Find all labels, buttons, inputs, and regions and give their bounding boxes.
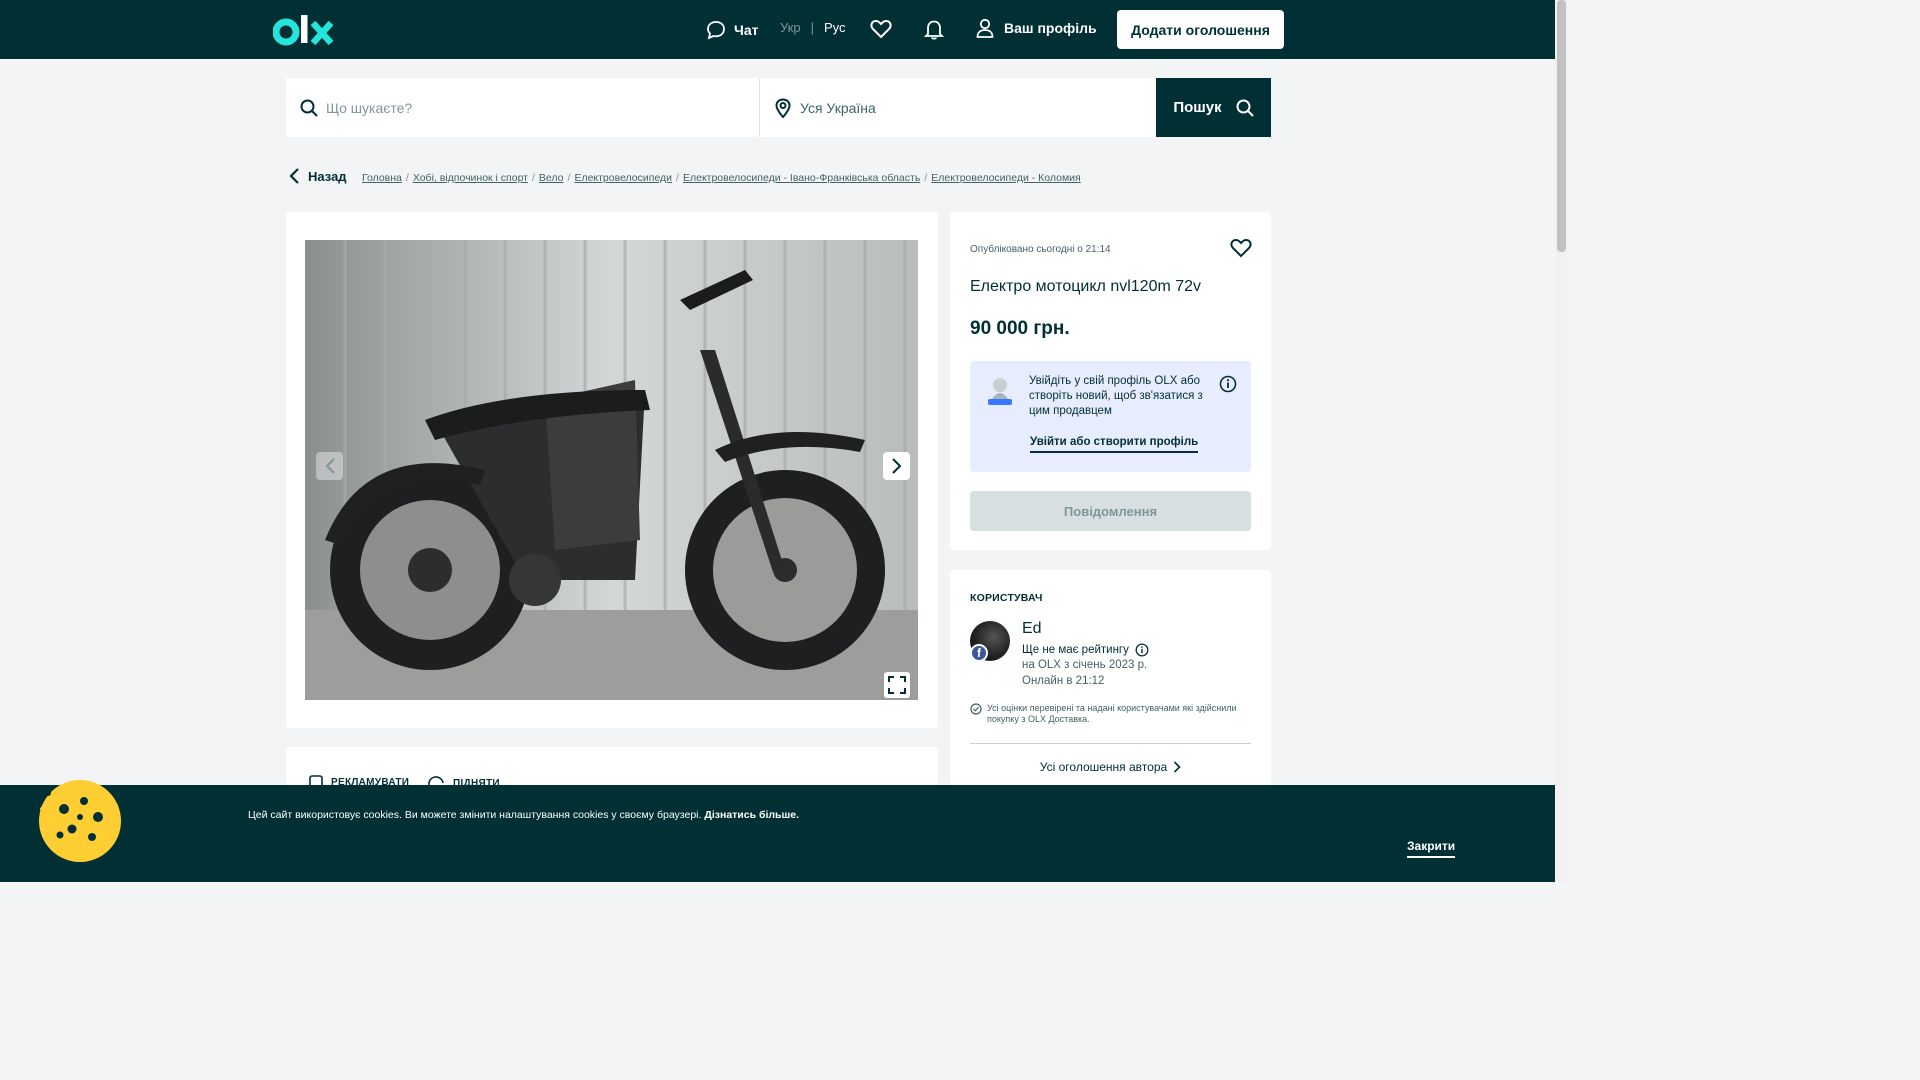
breadcrumb-item[interactable]: Головна xyxy=(362,172,402,184)
seller-card: КОРИСТУВАЧ f Ed Ще не має рейтингу на OL… xyxy=(950,570,1271,800)
message-button[interactable]: Повідомлення xyxy=(970,491,1251,531)
breadcrumb-item[interactable]: Електровелосипеди xyxy=(574,172,672,184)
chat-label: Чат xyxy=(734,22,759,38)
olx-logo[interactable] xyxy=(273,13,335,47)
posted-date: Опубліковано сьогодні о 21:14 xyxy=(970,244,1111,255)
page-scrollbar[interactable] xyxy=(1555,0,1568,882)
lang-rus[interactable]: Рус xyxy=(824,20,846,35)
seller-name[interactable]: Ed xyxy=(1022,620,1042,638)
gallery-card xyxy=(286,212,938,728)
fullscreen-button[interactable] xyxy=(884,672,910,698)
cookie-message: Цей сайт використовує cookies. Ви можете… xyxy=(248,809,702,821)
profile-link[interactable]: Ваш профіль xyxy=(976,18,1097,38)
listing-photo[interactable] xyxy=(305,240,918,700)
location-value: Уся Україна xyxy=(800,99,876,116)
chat-link[interactable]: Чат xyxy=(706,18,758,42)
top-navigation-bar: Чат Укр | Рус Ваш профіль Додати оголоше… xyxy=(0,0,1555,59)
seller-rating-text: Ще не має рейтингу xyxy=(1022,644,1129,656)
breadcrumb-item[interactable]: Електровелосипеди - Івано-Франківська об… xyxy=(683,172,920,184)
seller-member-since: на OLX з січень 2023 р. xyxy=(1022,659,1148,671)
breadcrumb-separator: / xyxy=(924,172,928,184)
seller-heading: КОРИСТУВАЧ xyxy=(970,592,1043,604)
user-icon xyxy=(976,18,994,38)
next-photo-button[interactable] xyxy=(883,452,910,480)
all-ads-label: Усі оголошення автора xyxy=(1039,760,1168,774)
ad-details-card: Опубліковано сьогодні о 21:14 Електро мо… xyxy=(950,212,1271,550)
info-icon[interactable] xyxy=(1219,375,1237,393)
language-switcher: Укр | Рус xyxy=(780,20,846,35)
chevron-right-icon xyxy=(891,458,901,474)
search-input[interactable]: Що шукаєте? xyxy=(286,78,760,137)
all-seller-ads-link[interactable]: Усі оголошення автора xyxy=(950,760,1271,774)
cookie-icon xyxy=(39,780,121,862)
login-or-register-link[interactable]: Увійти або створити профіль xyxy=(1030,436,1199,453)
profile-label: Ваш профіль xyxy=(1004,20,1097,36)
cookie-close-button[interactable]: Закрити xyxy=(1407,839,1456,858)
prev-photo-button[interactable] xyxy=(316,452,343,480)
lang-separator: | xyxy=(810,20,814,35)
breadcrumb-item[interactable]: Хобі, відпочинок і спорт xyxy=(413,172,528,184)
search-button[interactable]: Пошук xyxy=(1156,78,1271,137)
search-placeholder: Що шукаєте? xyxy=(326,99,413,116)
motorbike-photo-image xyxy=(305,240,918,700)
favorite-heart-icon[interactable] xyxy=(1230,238,1252,258)
scrollbar-thumb[interactable] xyxy=(1557,0,1566,252)
chevron-right-icon xyxy=(1174,761,1181,773)
ad-title: Електро мотоцикл nvl120m 72v xyxy=(970,278,1202,295)
check-circle-icon xyxy=(970,703,982,715)
ad-price: 90 000 грн. xyxy=(970,318,1070,339)
login-prompt-box: Увійдіть у свій профіль OLX або створіть… xyxy=(970,361,1251,472)
info-icon[interactable] xyxy=(1135,643,1149,657)
add-listing-button[interactable]: Додати оголошення xyxy=(1117,10,1284,49)
breadcrumb-separator: / xyxy=(405,172,409,184)
breadcrumb-item[interactable]: Електровелосипеди - Коломия xyxy=(931,172,1081,184)
login-prompt-text: Увійдіть у свій профіль OLX або створіть… xyxy=(1029,375,1203,417)
search-bar: Що шукаєте? Уся Україна Пошук xyxy=(286,78,1271,137)
cookie-banner: Цей сайт використовує cookies. Ви можете… xyxy=(0,785,1555,882)
seller-last-online: Онлайн в 21:12 xyxy=(1022,675,1105,687)
search-button-label: Пошук xyxy=(1173,99,1222,116)
login-illustration-icon xyxy=(988,378,1012,405)
breadcrumb-separator: / xyxy=(676,172,679,184)
chevron-left-icon xyxy=(325,458,335,474)
facebook-icon: f xyxy=(970,644,988,662)
location-input[interactable]: Уся Україна xyxy=(760,78,1156,137)
favorites-heart-icon[interactable] xyxy=(870,19,892,39)
lang-ukr[interactable]: Укр xyxy=(780,20,801,35)
breadcrumb-separator: / xyxy=(567,172,571,184)
divider xyxy=(970,743,1251,744)
breadcrumb-separator: / xyxy=(532,172,535,184)
seller-rating: Ще не має рейтингу xyxy=(1022,643,1149,657)
cookie-learn-more-link[interactable]: Дізнатись більше. xyxy=(704,809,799,821)
breadcrumb: Головна / Хобі, відпочинок і спорт / Вел… xyxy=(362,172,1081,184)
verified-ratings-note: Усі оцінки перевірені та надані користув… xyxy=(970,703,1251,725)
search-icon xyxy=(300,99,318,117)
notifications-bell-icon[interactable] xyxy=(923,18,945,40)
back-label: Назад xyxy=(308,168,347,184)
cookie-text: Цей сайт використовує cookies. Ви можете… xyxy=(248,809,799,821)
location-pin-icon xyxy=(775,97,791,118)
back-link[interactable]: Назад xyxy=(288,167,347,185)
chevron-left-icon xyxy=(289,168,299,184)
expand-icon xyxy=(888,676,906,694)
search-icon xyxy=(1236,99,1254,117)
chat-icon xyxy=(707,21,725,40)
verified-note-text: Усі оцінки перевірені та надані користув… xyxy=(987,703,1237,724)
breadcrumb-item[interactable]: Вело xyxy=(539,172,564,184)
